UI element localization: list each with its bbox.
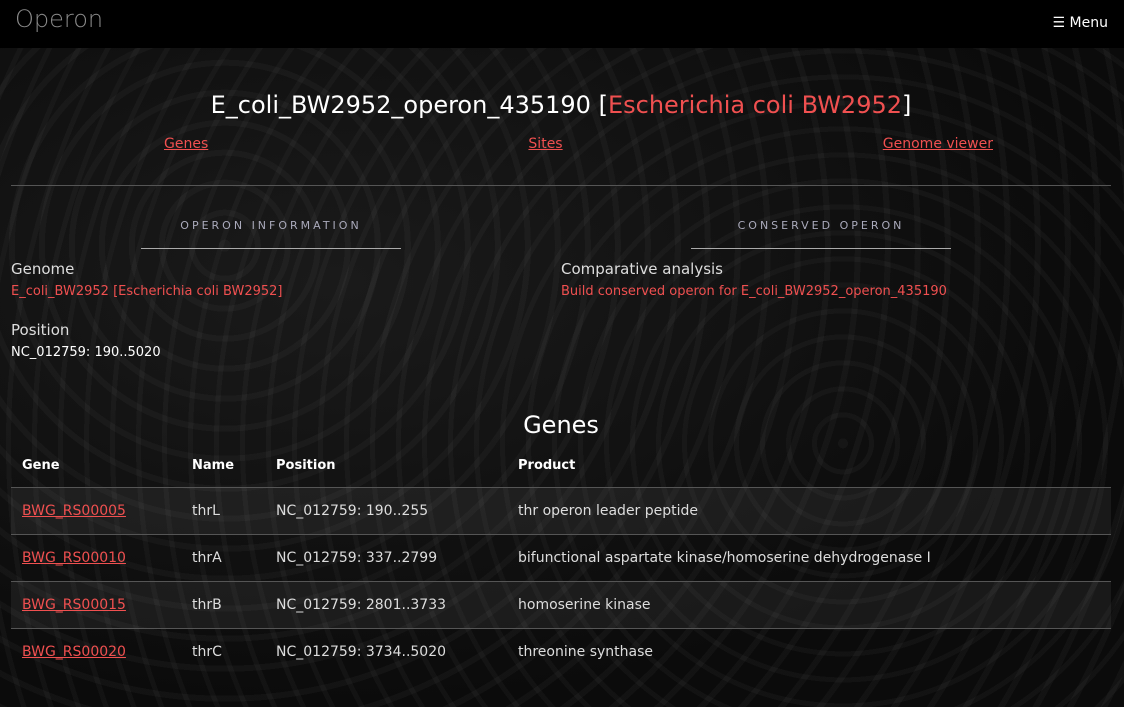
page-title: E_coli_BW2952_operon_435190 [Escherichia… bbox=[11, 91, 1111, 119]
gene-product: threonine synthase bbox=[507, 628, 1111, 675]
genome-label: Genome bbox=[11, 260, 75, 278]
col-gene[interactable]: Gene bbox=[11, 458, 181, 488]
gene-name: thrA bbox=[181, 534, 265, 582]
gene-product: homoserine kinase bbox=[507, 581, 1111, 629]
gene-position: NC_012759: 337..2799 bbox=[265, 534, 507, 582]
divider bbox=[11, 185, 1111, 186]
section-links: Genes Sites Genome viewer bbox=[11, 136, 1111, 152]
operon-id: E_coli_BW2952_operon_435190 bbox=[210, 91, 591, 119]
col-position[interactable]: Position bbox=[265, 458, 507, 488]
table-row: BWG_RS00010 thrA NC_012759: 337..2799 bifun… bbox=[11, 534, 1111, 582]
position-value: NC_012759: 190..5020 bbox=[11, 345, 161, 360]
build-conserved-link[interactable]: Build conserved operon for E_coli_BW2952… bbox=[561, 284, 1111, 299]
genes-title: Genes bbox=[523, 411, 599, 439]
section-heading: OPERON INFORMATION bbox=[141, 219, 401, 249]
genome-link[interactable]: E_coli_BW2952 [Escherichia coli BW2952] bbox=[11, 284, 561, 299]
gene-link[interactable]: BWG_RS00010 bbox=[22, 550, 126, 566]
table-row: BWG_RS00020 thrC NC_012759: 3734..5020 thre… bbox=[11, 628, 1111, 675]
conserved-operon: CONSERVED OPERON Comparative analysis Bu… bbox=[561, 219, 1111, 360]
genes-table: Gene Name Position Product BWG_RS00005 thrL N… bbox=[11, 458, 1111, 675]
gene-name: thrL bbox=[181, 487, 265, 535]
organism-link[interactable]: Escherichia coli BW2952 bbox=[608, 91, 902, 119]
genes-link[interactable]: Genes bbox=[164, 136, 208, 152]
sites-link[interactable]: Sites bbox=[528, 136, 562, 152]
gene-product: thr operon leader peptide bbox=[507, 487, 1111, 535]
gene-name: thrB bbox=[181, 581, 265, 629]
bracket-close: ] bbox=[902, 91, 912, 119]
navbar: Operon ☰ Menu bbox=[0, 0, 1124, 48]
gene-link[interactable]: BWG_RS00005 bbox=[22, 503, 126, 519]
brand-logo[interactable]: Operon bbox=[15, 5, 103, 33]
gene-product: bifunctional aspartate kinase/homoserine… bbox=[507, 534, 1111, 582]
gene-link[interactable]: BWG_RS00020 bbox=[22, 644, 126, 660]
gene-link[interactable]: BWG_RS00015 bbox=[22, 597, 126, 613]
menu-button[interactable]: ☰ Menu bbox=[1053, 15, 1108, 31]
gene-name: thrC bbox=[181, 628, 265, 675]
col-product[interactable]: Product bbox=[507, 458, 1111, 488]
gene-position: NC_012759: 3734..5020 bbox=[265, 628, 507, 675]
section-heading: CONSERVED OPERON bbox=[691, 219, 951, 249]
position-label: Position bbox=[11, 321, 70, 339]
gene-position: NC_012759: 190..255 bbox=[265, 487, 507, 535]
menu-label: Menu bbox=[1069, 15, 1108, 31]
gene-position: NC_012759: 2801..3733 bbox=[265, 581, 507, 629]
table-row: BWG_RS00015 thrB NC_012759: 2801..3733 homo… bbox=[11, 581, 1111, 629]
bracket-open: [ bbox=[590, 91, 608, 119]
operon-information: OPERON INFORMATION Genome E_coli_BW2952 … bbox=[11, 219, 561, 360]
col-name[interactable]: Name bbox=[181, 458, 265, 488]
comparative-label: Comparative analysis bbox=[561, 260, 723, 278]
genome-viewer-link[interactable]: Genome viewer bbox=[883, 136, 993, 152]
hamburger-icon: ☰ bbox=[1052, 15, 1066, 31]
table-row: BWG_RS00005 thrL NC_012759: 190..255 thr op… bbox=[11, 487, 1111, 535]
